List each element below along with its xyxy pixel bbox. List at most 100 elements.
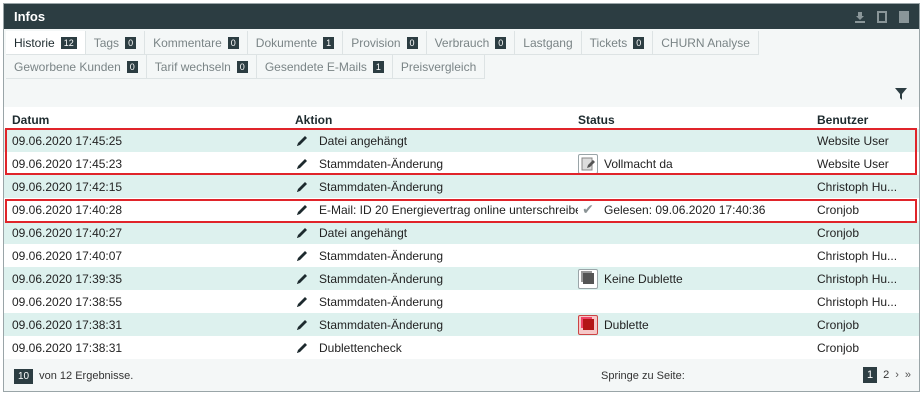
tab-count-badge: 0 [406,36,418,49]
cell-status: Keine Dublette [578,268,809,289]
table-row[interactable]: 09.06.2020 17:38:31 Stammdaten-Änderung Du… [4,313,919,336]
tab-label: Gesendete E-Mails [264,59,367,74]
panel-actions [853,10,911,24]
cell-action: Stammdaten-Änderung [287,157,578,171]
document-edit-icon [578,153,598,174]
tab-lastgang[interactable]: Lastgang [515,31,582,55]
cell-user: Christoph Hu... [817,271,898,286]
tab-label: Historie [14,35,55,50]
pencil-icon [295,341,309,355]
cell-date: 09.06.2020 17:45:23 [12,156,123,171]
header-action[interactable]: Aktion [287,113,578,127]
duplicate-icon [578,314,598,335]
action-text: Stammdaten-Änderung [319,248,444,263]
page-size-select[interactable]: 10 [14,368,34,384]
tab-tarif-wechseln[interactable]: Tarif wechseln 0 [146,55,257,79]
table-header: Datum Aktion Status Benutzer [4,107,919,129]
cell-date: 09.06.2020 17:38:31 [12,317,123,332]
cell-date: 09.06.2020 17:40:27 [12,225,123,240]
cell-action: Stammdaten-Änderung [287,318,578,332]
header-status[interactable]: Status [578,113,809,127]
tab-row-1: Historie 12 Tags 0 Kommentare 0 Dokumente 1 Prov… [6,31,919,55]
action-text: Stammdaten-Änderung [319,271,444,286]
pencil-icon [295,295,309,309]
panel-titlebar: Infos [4,4,919,29]
table-row[interactable]: 09.06.2020 17:38:31 Dublettencheck Cronjob [4,336,919,359]
action-text: Datei angehängt [319,133,408,148]
tab-label: Tags [93,35,120,50]
header-date[interactable]: Datum [4,113,287,127]
cell-user: Cronjob [817,317,860,332]
tab-label: Tarif wechseln [154,59,231,74]
tab-verbrauch[interactable]: Verbrauch 0 [426,31,516,55]
last-page-icon[interactable]: » [905,369,911,381]
status-text: Gelesen: 09.06.2020 17:40:36 [604,202,766,217]
table-row[interactable]: 09.06.2020 17:40:27 Datei angehängt Cronjo… [4,221,919,244]
tab-label: Dokumente [255,35,318,50]
cell-action: Stammdaten-Änderung [287,272,578,286]
tab-provision[interactable]: Provision 0 [343,31,427,55]
tab-preisvergleich[interactable]: Preisvergleich [392,55,486,79]
cell-user: Cronjob [817,340,860,355]
tab-kommentare[interactable]: Kommentare 0 [145,31,248,55]
header-user[interactable]: Benutzer [809,113,919,127]
action-text: Dublettencheck [319,340,402,355]
tab-tickets[interactable]: Tickets 0 [581,31,654,55]
page-2-button[interactable]: 2 [883,369,889,381]
filter-icon[interactable] [895,88,907,103]
tab-geworbene-kunden[interactable]: Geworbene Kunden 0 [6,55,147,79]
filter-bar [4,79,919,107]
pagination: 1 2 › » [862,367,911,383]
check-icon: ✔ [582,201,594,217]
tab-gesendete-e-mails[interactable]: Gesendete E-Mails 1 [256,55,393,79]
table-footer: 10 von 12 Ergebnisse. Springe zu Seite: … [4,361,919,391]
cell-user: Christoph Hu... [817,179,898,194]
action-text: Stammdaten-Änderung [319,317,444,332]
tab-count-badge: 0 [125,36,137,49]
tab-label: Preisvergleich [400,59,477,74]
jump-to-page-label: Springe zu Seite: [601,370,685,382]
cell-action: Datei angehängt [287,226,578,240]
cell-user: Website User [817,156,889,171]
cell-user: Cronjob [817,202,860,217]
pencil-icon [295,203,309,217]
results-count: von 12 Ergebnisse. [39,370,134,382]
cell-action: Dublettencheck [287,341,578,355]
table-body: 09.06.2020 17:45:25 Datei angehängt Websit… [4,129,919,359]
duplicate-none-icon [578,268,598,289]
tab-label: CHURN Analyse [661,35,750,50]
cell-date: 09.06.2020 17:40:28 [12,202,123,217]
cell-user: Christoph Hu... [817,248,898,263]
table-row[interactable]: 09.06.2020 17:45:23 Stammdaten-Änderung Vo… [4,152,919,175]
table-row[interactable]: 09.06.2020 17:42:15 Stammdaten-Änderung Ch… [4,175,919,198]
download-icon[interactable] [853,10,867,24]
page-1-button[interactable]: 1 [862,367,878,383]
tab-dokumente[interactable]: Dokumente 1 [247,31,344,55]
cell-status: Dublette [578,314,809,335]
cell-date: 09.06.2020 17:39:35 [12,271,123,286]
action-text: E-Mail: ID 20 Energievertrag online unte… [319,202,578,217]
table-row[interactable]: 09.06.2020 17:45:25 Datei angehängt Websit… [4,129,919,152]
cell-user: Christoph Hu... [817,294,898,309]
cell-date: 09.06.2020 17:42:15 [12,179,123,194]
table-row[interactable]: 09.06.2020 17:40:07 Stammdaten-Änderung Ch… [4,244,919,267]
action-text: Stammdaten-Änderung [319,179,444,194]
cell-action: E-Mail: ID 20 Energievertrag online unte… [287,203,578,217]
status-text: Vollmacht da [604,156,673,171]
tab-historie[interactable]: Historie 12 [6,31,86,55]
table-row[interactable]: 09.06.2020 17:39:35 Stammdaten-Änderung Ke… [4,267,919,290]
cell-status: ✔ Gelesen: 09.06.2020 17:40:36 [578,201,809,218]
tab-label: Geworbene Kunden [14,59,121,74]
table-row[interactable]: 09.06.2020 17:40:28 E-Mail: ID 20 Energie… [4,198,919,221]
maximize-icon[interactable] [875,10,889,24]
tab-count-badge: 12 [60,36,77,49]
tab-churn-analyse[interactable]: CHURN Analyse [653,31,759,55]
table-row[interactable]: 09.06.2020 17:38:55 Stammdaten-Änderung Ch… [4,290,919,313]
action-text: Stammdaten-Änderung [319,294,444,309]
next-page-icon[interactable]: › [895,369,899,381]
tab-count-badge: 0 [633,36,645,49]
collapse-icon[interactable] [897,10,911,24]
tab-tags[interactable]: Tags 0 [85,31,146,55]
tab-count-badge: 0 [126,60,138,73]
tab-label: Verbrauch [434,35,490,50]
